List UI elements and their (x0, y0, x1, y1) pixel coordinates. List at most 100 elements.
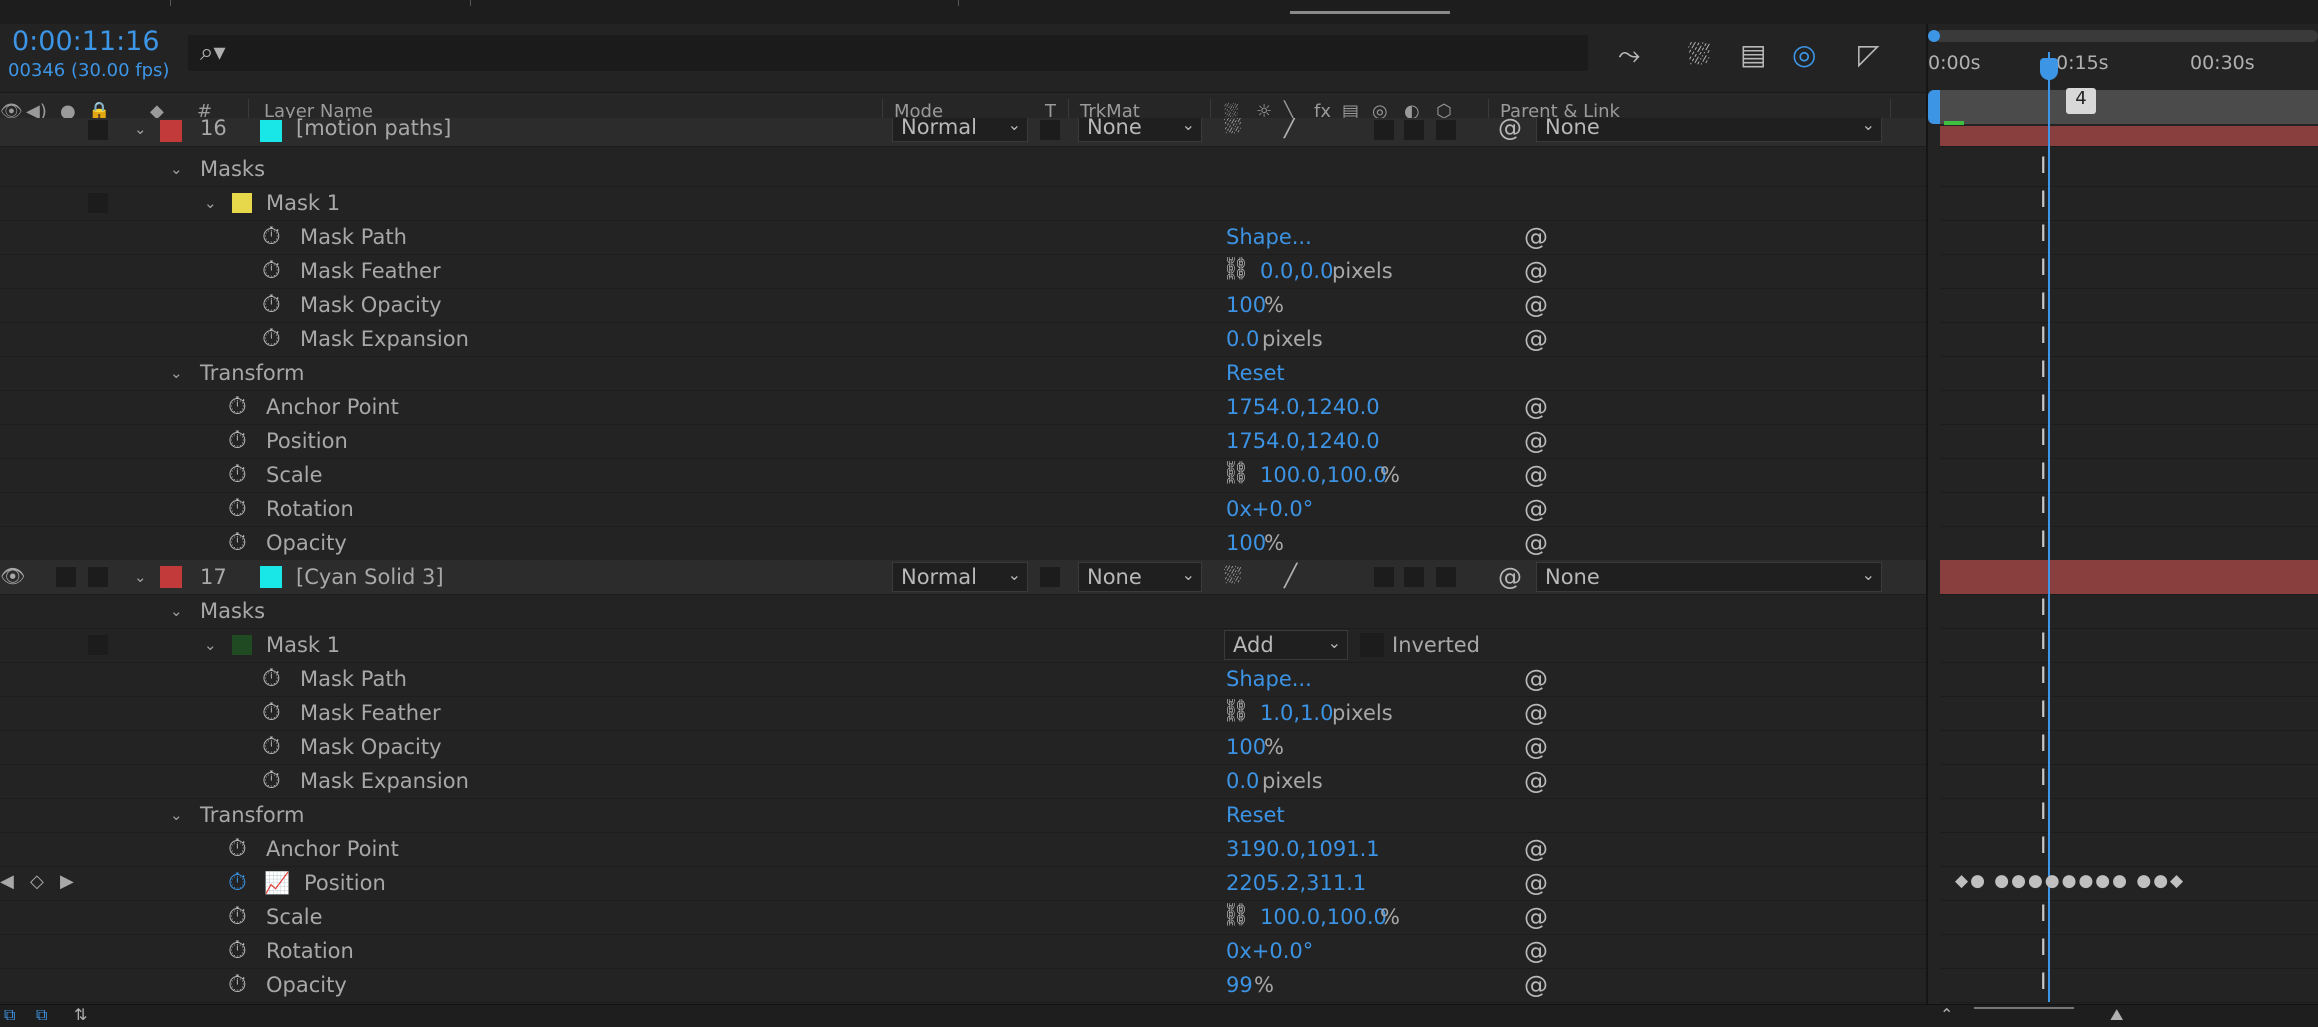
property-value[interactable]: 0.0 (1226, 769, 1259, 793)
parent-dropdown[interactable]: None ⌄ (1536, 562, 1882, 592)
property-row-mask-feather[interactable]: ⏱ Mask Feather ⛓ 1.0,1.0 pixels @ (0, 696, 1926, 731)
composition-flowchart-icon[interactable]: ⤳ (1618, 38, 1640, 72)
search-input[interactable]: ⌕▾ (188, 35, 1588, 71)
motion-blur-icon[interactable]: ◎ (1792, 38, 1816, 71)
mask-mode-dropdown[interactable]: Add ⌄ (1224, 630, 1348, 660)
stopwatch-icon[interactable]: ⏱ (262, 290, 281, 318)
property-row-scale[interactable]: ⏱ Scale ⛓ 100.0,100.0 % @ (0, 458, 1926, 493)
pick-whip-icon[interactable]: @ (1524, 529, 1548, 557)
property-row-scale[interactable]: ⏱ Scale ⛓ 100.0,100.0 % @ (0, 900, 1926, 935)
work-area-start-handle[interactable] (1928, 90, 1940, 124)
property-value[interactable]: 99 (1226, 973, 1253, 997)
position-keyframes[interactable]: ◆● ●●●●●●●● ●●◆ (1955, 871, 2185, 891)
mask-name[interactable]: Mask 1 (266, 191, 340, 215)
shy-switch-icon[interactable]: ⛆ (1224, 564, 1242, 589)
zoom-out-icon[interactable]: ⌃ (1940, 1005, 1953, 1024)
property-row-mask-path[interactable]: ⏱ Mask Path Shape... @ (0, 220, 1926, 255)
zoom-in-icon[interactable]: ⛰ (2110, 1005, 2123, 1025)
property-value[interactable]: 1754.0,1240.0 (1226, 429, 1380, 453)
property-row-opacity[interactable]: ⏱ Opacity 99 % @ (0, 968, 1926, 1003)
stopwatch-icon[interactable]: ⏱ (228, 834, 247, 862)
playhead-handle[interactable] (2040, 58, 2058, 80)
property-value[interactable]: 1.0,1.0 (1260, 701, 1333, 725)
stopwatch-icon[interactable]: ⏱ (262, 766, 281, 794)
pick-whip-icon[interactable]: @ (1524, 733, 1548, 761)
pick-whip-icon[interactable]: @ (1524, 223, 1548, 251)
quality-switch-icon[interactable]: ╱ (1284, 118, 1297, 139)
preserve-transparency-toggle[interactable] (1040, 120, 1060, 140)
expand-twirl-icon[interactable]: ⌄ (170, 364, 183, 382)
zoom-slider[interactable] (1974, 1007, 2074, 1015)
pick-whip-icon[interactable]: @ (1524, 971, 1548, 999)
expand-twirl-icon[interactable]: ⌄ (170, 602, 183, 620)
property-row-position[interactable]: ◀ ◇ ▶ ⏱ 📈 Position 2205.2,311.1 @ (0, 866, 1926, 901)
pick-whip-icon[interactable]: @ (1524, 393, 1548, 421)
trkmat-dropdown[interactable]: None ⌄ (1078, 562, 1202, 592)
masks-group-row[interactable]: ⌄ Masks (0, 594, 1926, 629)
layer-bar-16[interactable] (1940, 126, 2318, 147)
property-row-mask-feather[interactable]: ⏱ Mask Feather ⛓ 0.0,0.0 pixels @ (0, 254, 1926, 289)
transform-group-row[interactable]: ⌄ Transform Reset (0, 356, 1926, 391)
mode-dropdown[interactable]: Normal ⌄ (892, 562, 1028, 592)
property-value[interactable]: 0x+0.0° (1226, 497, 1313, 521)
mask-color-swatch[interactable] (232, 193, 252, 213)
mode-dropdown[interactable]: Normal ⌄ (892, 118, 1028, 142)
pick-whip-icon[interactable]: @ (1524, 767, 1548, 795)
stopwatch-icon[interactable]: ⏱ (228, 426, 247, 454)
pick-whip-icon[interactable]: @ (1524, 903, 1548, 931)
masks-group-row[interactable]: ⌄ Masks (0, 152, 1926, 187)
pick-whip-icon[interactable]: @ (1524, 835, 1548, 863)
expand-twirl-icon[interactable]: ⌄ (134, 120, 147, 138)
property-value[interactable]: 1754.0,1240.0 (1226, 395, 1380, 419)
layer-row-17[interactable]: 👁 ⌄ 17 [Cyan Solid 3] Normal ⌄ None ⌄ ⛆ ╱ … (0, 560, 1926, 595)
stopwatch-icon[interactable]: ⏱ (228, 460, 247, 488)
pick-whip-icon[interactable]: @ (1524, 665, 1548, 693)
property-row-mask-opacity[interactable]: ⏱ Mask Opacity 100 % @ (0, 288, 1926, 323)
3d-toggle[interactable] (1436, 567, 1456, 587)
pick-whip-icon[interactable]: @ (1524, 291, 1548, 319)
property-value[interactable]: 100.0,100.0 (1260, 463, 1387, 487)
stopwatch-active-icon[interactable]: ⏱ (228, 868, 247, 896)
property-row-mask-path[interactable]: ⏱ Mask Path Shape... @ (0, 662, 1926, 697)
expand-twirl-icon[interactable]: ⌄ (204, 636, 217, 654)
layer-name[interactable]: [motion paths] (296, 118, 451, 140)
stopwatch-icon[interactable]: ⏱ (262, 256, 281, 284)
adjustment-toggle[interactable] (1404, 120, 1424, 140)
label-color-swatch[interactable] (160, 566, 182, 588)
property-value[interactable]: 100 (1226, 735, 1266, 759)
stopwatch-icon[interactable]: ⏱ (228, 528, 247, 556)
label-color-swatch[interactable] (160, 120, 182, 142)
property-value[interactable]: 0.0,0.0 (1260, 259, 1333, 283)
pick-whip-icon[interactable]: @ (1524, 427, 1548, 455)
property-row-mask-expansion[interactable]: ⏱ Mask Expansion 0.0 pixels @ (0, 322, 1926, 357)
lock-toggle[interactable] (88, 193, 108, 213)
stopwatch-icon[interactable]: ⏱ (228, 392, 247, 420)
mask-color-swatch[interactable] (232, 635, 252, 655)
property-row-anchor-point[interactable]: ⏱ Anchor Point 3190.0,1091.1 @ (0, 832, 1926, 867)
expand-twirl-icon[interactable]: ⌄ (134, 568, 147, 586)
inverted-checkbox[interactable] (1360, 633, 1384, 657)
property-value[interactable]: 2205.2,311.1 (1226, 871, 1366, 895)
constrain-proportions-icon[interactable]: ⛓ (1222, 903, 1250, 928)
mask-row[interactable]: ⌄ Mask 1 (0, 186, 1926, 221)
property-row-anchor-point[interactable]: ⏱ Anchor Point 1754.0,1240.0 @ (0, 390, 1926, 425)
preserve-transparency-toggle[interactable] (1040, 567, 1060, 587)
layer-name[interactable]: [Cyan Solid 3] (296, 565, 444, 589)
constrain-proportions-icon[interactable]: ⛓ (1222, 699, 1250, 724)
time-navigator-start-handle[interactable] (1928, 30, 1940, 42)
lock-toggle[interactable] (88, 635, 108, 655)
layer-row-16[interactable]: ⌄ 16 [motion paths] Normal ⌄ None ⌄ ⛆ ╱ @ … (0, 118, 1926, 147)
work-area-bar[interactable] (1937, 90, 2318, 124)
property-value[interactable]: 0.0 (1226, 327, 1259, 351)
stopwatch-icon[interactable]: ⏱ (228, 970, 247, 998)
expand-twirl-icon[interactable]: ⌄ (170, 160, 183, 178)
property-value[interactable]: 100.0,100.0 (1260, 905, 1387, 929)
stopwatch-icon[interactable]: ⏱ (262, 732, 281, 760)
shy-switch-icon[interactable]: ⛆ (1224, 118, 1242, 139)
stopwatch-icon[interactable]: ⏱ (262, 222, 281, 250)
pick-whip-icon[interactable]: @ (1524, 461, 1548, 489)
reset-transform-link[interactable]: Reset (1226, 361, 1285, 385)
stopwatch-icon[interactable]: ⏱ (262, 664, 281, 692)
property-value[interactable]: Shape... (1226, 667, 1312, 691)
lock-toggle[interactable] (88, 120, 108, 140)
